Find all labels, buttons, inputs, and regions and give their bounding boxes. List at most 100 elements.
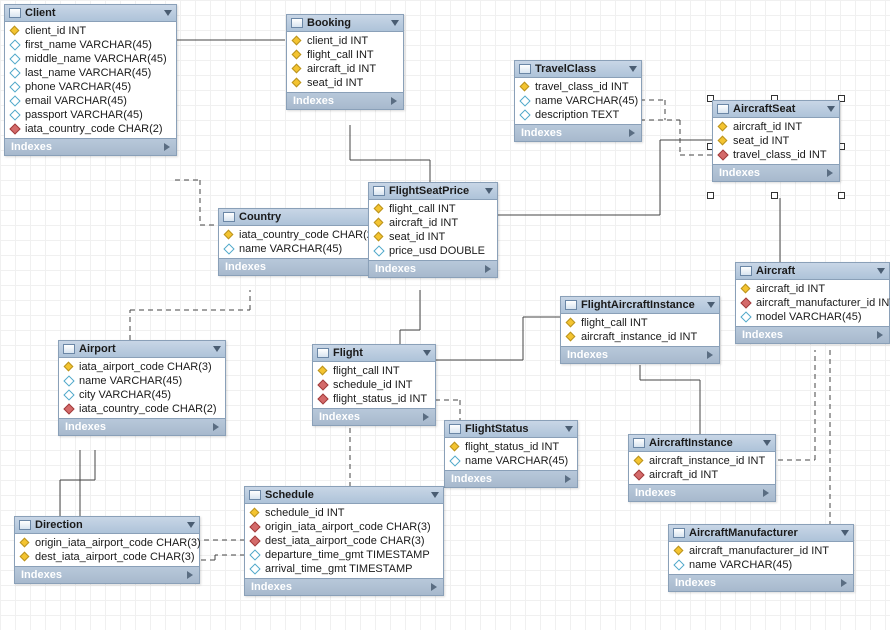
entity-header[interactable]: Client bbox=[5, 5, 176, 22]
column-row[interactable]: origin_iata_airport_code CHAR(3) bbox=[15, 536, 199, 550]
column-row[interactable]: middle_name VARCHAR(45) bbox=[5, 52, 176, 66]
entity-header[interactable]: FlightSeatPrice bbox=[369, 183, 497, 200]
entity-aircraftseat[interactable]: AircraftSeat aircraft_id INTseat_id INTtr… bbox=[712, 100, 840, 182]
column-row[interactable]: origin_iata_airport_code CHAR(3) bbox=[245, 520, 443, 534]
entity-header[interactable]: AircraftSeat bbox=[713, 101, 839, 118]
column-row[interactable]: name VARCHAR(45) bbox=[445, 454, 577, 468]
selection-handle[interactable] bbox=[771, 192, 778, 199]
menu-icon[interactable] bbox=[187, 522, 195, 528]
entity-country[interactable]: Country iata_country_code CHAR(2)name VAR… bbox=[218, 208, 386, 276]
menu-icon[interactable] bbox=[423, 350, 431, 356]
entity-aircraftmanufacturer[interactable]: AircraftManufacturer aircraft_manufacture… bbox=[668, 524, 854, 592]
column-row[interactable]: passport VARCHAR(45) bbox=[5, 108, 176, 122]
column-row[interactable]: seat_id INT bbox=[369, 230, 497, 244]
entity-airport[interactable]: Airport iata_airport_code CHAR(3)name VAR… bbox=[58, 340, 226, 436]
column-row[interactable]: iata_country_code CHAR(2) bbox=[219, 228, 385, 242]
entity-header[interactable]: Aircraft bbox=[736, 263, 889, 280]
entity-flightaircraftinstance[interactable]: FlightAircraftInstanceflight_call INTair… bbox=[560, 296, 720, 364]
column-row[interactable]: dest_iata_airport_code CHAR(3) bbox=[245, 534, 443, 548]
selection-handle[interactable] bbox=[838, 192, 845, 199]
menu-icon[interactable] bbox=[877, 268, 885, 274]
column-row[interactable]: phone VARCHAR(45) bbox=[5, 80, 176, 94]
expand-icon[interactable] bbox=[187, 571, 193, 579]
entity-header[interactable]: Flight bbox=[313, 345, 435, 362]
entity-direction[interactable]: Direction origin_iata_airport_code CHAR(3… bbox=[14, 516, 200, 584]
indexes-section[interactable]: Indexes bbox=[313, 408, 435, 425]
menu-icon[interactable] bbox=[707, 302, 715, 308]
menu-icon[interactable] bbox=[629, 66, 637, 72]
entity-header[interactable]: Booking bbox=[287, 15, 403, 32]
entity-schedule[interactable]: Schedule schedule_id INTorigin_iata_airpo… bbox=[244, 486, 444, 596]
entity-header[interactable]: Country bbox=[219, 209, 385, 226]
column-row[interactable]: dest_iata_airport_code CHAR(3) bbox=[15, 550, 199, 564]
column-row[interactable]: aircraft_manufacturer_id INT bbox=[669, 544, 853, 558]
menu-icon[interactable] bbox=[391, 20, 399, 26]
column-row[interactable]: price_usd DOUBLE bbox=[369, 244, 497, 258]
column-row[interactable]: description TEXT bbox=[515, 108, 641, 122]
indexes-section[interactable]: Indexes bbox=[445, 470, 577, 487]
indexes-section[interactable]: Indexes bbox=[669, 574, 853, 591]
column-row[interactable]: flight_call INT bbox=[561, 316, 719, 330]
indexes-section[interactable]: Indexes bbox=[629, 484, 775, 501]
indexes-section[interactable]: Indexes bbox=[5, 138, 176, 155]
indexes-section[interactable]: Indexes bbox=[515, 124, 641, 141]
expand-icon[interactable] bbox=[763, 489, 769, 497]
entity-travelclass[interactable]: TravelClasstravel_class_id INTname VARCH… bbox=[514, 60, 642, 142]
column-row[interactable]: travel_class_id INT bbox=[713, 148, 839, 162]
entity-header[interactable]: Schedule bbox=[245, 487, 443, 504]
menu-icon[interactable] bbox=[565, 426, 573, 432]
indexes-section[interactable]: Indexes bbox=[59, 418, 225, 435]
column-row[interactable]: aircraft_id INT bbox=[713, 120, 839, 134]
column-row[interactable]: schedule_id INT bbox=[245, 506, 443, 520]
column-row[interactable]: first_name VARCHAR(45) bbox=[5, 38, 176, 52]
entity-header[interactable]: Direction bbox=[15, 517, 199, 534]
column-row[interactable]: aircraft_id INT bbox=[287, 62, 403, 76]
expand-icon[interactable] bbox=[629, 129, 635, 137]
column-row[interactable]: city VARCHAR(45) bbox=[59, 388, 225, 402]
column-row[interactable]: model VARCHAR(45) bbox=[736, 310, 889, 324]
column-row[interactable]: schedule_id INT bbox=[313, 378, 435, 392]
expand-icon[interactable] bbox=[431, 583, 437, 591]
menu-icon[interactable] bbox=[841, 530, 849, 536]
menu-icon[interactable] bbox=[485, 188, 493, 194]
column-row[interactable]: client_id INT bbox=[287, 34, 403, 48]
expand-icon[interactable] bbox=[391, 97, 397, 105]
column-row[interactable]: aircraft_id INT bbox=[736, 282, 889, 296]
column-row[interactable]: iata_airport_code CHAR(3) bbox=[59, 360, 225, 374]
indexes-section[interactable]: Indexes bbox=[245, 578, 443, 595]
column-row[interactable]: departure_time_gmt TIMESTAMP bbox=[245, 548, 443, 562]
column-row[interactable]: client_id INT bbox=[5, 24, 176, 38]
entity-flightseatprice[interactable]: FlightSeatPriceflight_call INTaircraft_i… bbox=[368, 182, 498, 278]
entity-header[interactable]: FlightAircraftInstance bbox=[561, 297, 719, 314]
column-row[interactable]: last_name VARCHAR(45) bbox=[5, 66, 176, 80]
expand-icon[interactable] bbox=[213, 423, 219, 431]
entity-header[interactable]: AircraftInstance bbox=[629, 435, 775, 452]
column-row[interactable]: seat_id INT bbox=[713, 134, 839, 148]
column-row[interactable]: travel_class_id INT bbox=[515, 80, 641, 94]
expand-icon[interactable] bbox=[485, 265, 491, 273]
entity-header[interactable]: Airport bbox=[59, 341, 225, 358]
menu-icon[interactable] bbox=[827, 106, 835, 112]
indexes-section[interactable]: Indexes bbox=[736, 326, 889, 343]
menu-icon[interactable] bbox=[763, 440, 771, 446]
column-row[interactable]: iata_country_code CHAR(2) bbox=[5, 122, 176, 136]
column-row[interactable]: flight_status_id INT bbox=[445, 440, 577, 454]
expand-icon[interactable] bbox=[841, 579, 847, 587]
menu-icon[interactable] bbox=[164, 10, 172, 16]
menu-icon[interactable] bbox=[213, 346, 221, 352]
column-row[interactable]: flight_status_id INT bbox=[313, 392, 435, 406]
selection-handle[interactable] bbox=[707, 192, 714, 199]
column-row[interactable]: aircraft_id INT bbox=[629, 468, 775, 482]
column-row[interactable]: name VARCHAR(45) bbox=[219, 242, 385, 256]
indexes-section[interactable]: Indexes bbox=[561, 346, 719, 363]
entity-aircraft[interactable]: Aircraftaircraft_id INTaircraft_manufact… bbox=[735, 262, 890, 344]
menu-icon[interactable] bbox=[431, 492, 439, 498]
entity-aircraftinstance[interactable]: AircraftInstanceaircraft_instance_id INT… bbox=[628, 434, 776, 502]
column-row[interactable]: name VARCHAR(45) bbox=[59, 374, 225, 388]
column-row[interactable]: email VARCHAR(45) bbox=[5, 94, 176, 108]
entity-header[interactable]: AircraftManufacturer bbox=[669, 525, 853, 542]
column-row[interactable]: name VARCHAR(45) bbox=[669, 558, 853, 572]
entity-flightstatus[interactable]: FlightStatusflight_status_id INTname VAR… bbox=[444, 420, 578, 488]
column-row[interactable]: flight_call INT bbox=[287, 48, 403, 62]
entity-header[interactable]: TravelClass bbox=[515, 61, 641, 78]
